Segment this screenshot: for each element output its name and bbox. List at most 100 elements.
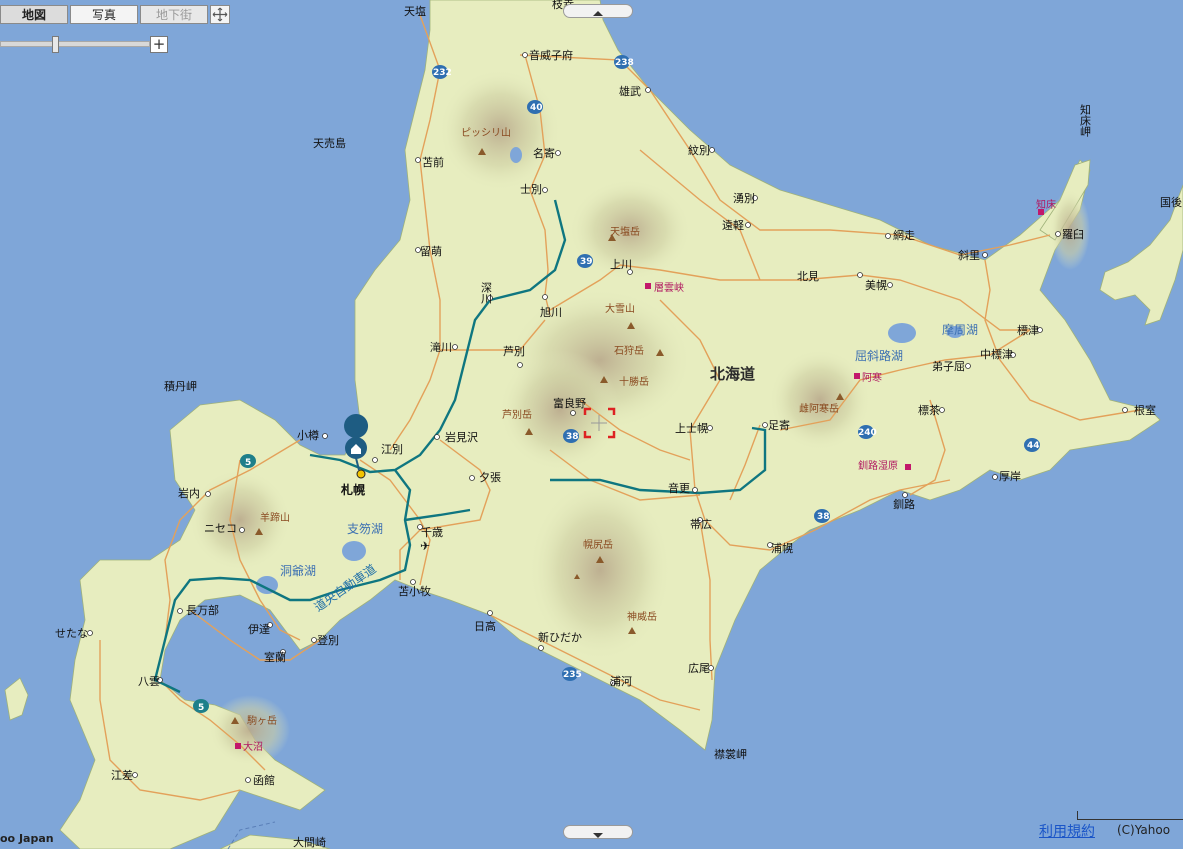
place-label: 浦河 [610, 675, 632, 688]
tab-underground[interactable]: 地下街 [140, 5, 208, 24]
place-label: せたな [55, 627, 88, 640]
svg-text:235: 235 [563, 670, 582, 680]
place-label: 滝川 [430, 341, 452, 354]
hokkaido-map[interactable]: ✈ 232 40 238 39 38 240 44 38 235 5 5 天塩 … [0, 0, 1183, 849]
arrow-down-icon [593, 833, 603, 838]
place-label: 登別 [317, 633, 339, 647]
zoom-slider[interactable]: + [0, 36, 168, 53]
peak-label: 羊蹄山 [260, 511, 290, 524]
sight-label: 阿寒 [862, 371, 882, 384]
place-label: 日高 [474, 619, 496, 633]
place-label: 広尾 [688, 662, 710, 675]
route-shield: 235 [562, 667, 582, 681]
svg-text:238: 238 [615, 58, 634, 68]
route-shield: 39 [577, 254, 593, 268]
place-label: 大間崎 [293, 835, 326, 849]
place-label: 音威子府 [529, 48, 573, 62]
tab-map[interactable]: 地図 [0, 5, 68, 24]
svg-text:232: 232 [433, 68, 452, 78]
lake-label: 洞爺湖 [280, 563, 316, 578]
peak-label: 雌阿寒岳 [799, 402, 839, 415]
place-label: 深川 [480, 282, 493, 304]
route-shield: 5 [240, 454, 256, 468]
place-label: 旭川 [540, 305, 562, 319]
tab-photo[interactable]: 写真 [70, 5, 138, 24]
place-label: 帯広 [690, 518, 712, 531]
peak-label: 天塩岳 [610, 225, 640, 238]
pan-south-button[interactable] [563, 825, 633, 839]
place-label: 美幌 [865, 278, 887, 292]
place-label: 江別 [381, 443, 403, 456]
place-label: 湧別 [733, 192, 755, 205]
place-label: 岩内 [178, 486, 200, 500]
place-label: 苫前 [422, 155, 444, 169]
terms-link[interactable]: 利用規約 [1039, 821, 1095, 841]
lake-label: 屈斜路湖 [855, 348, 903, 363]
route-shield: 232 [432, 65, 452, 79]
fullscreen-button[interactable] [210, 5, 230, 24]
place-label: ニセコ [204, 522, 237, 535]
place-label: 長万部 [186, 603, 219, 617]
route-shield: 238 [614, 55, 634, 69]
place-label: 士別 [520, 183, 542, 196]
svg-text:39: 39 [580, 257, 593, 267]
pan-north-button[interactable] [563, 4, 633, 18]
svg-text:240: 240 [858, 428, 877, 438]
svg-text:5: 5 [245, 458, 251, 468]
zoom-track[interactable] [0, 41, 150, 47]
place-label: 上士幌 [675, 421, 708, 435]
place-label: 積丹岬 [164, 379, 197, 393]
place-label: 根室 [1134, 403, 1156, 417]
place-label: 足寄 [768, 418, 790, 432]
place-label: 新ひだか [538, 630, 582, 644]
place-label: 留萌 [420, 244, 442, 258]
zoom-thumb[interactable] [52, 36, 59, 53]
copyright-text: (C)Yahoo [1117, 823, 1171, 837]
place-label: 雄武 [619, 84, 641, 98]
svg-text:38: 38 [817, 512, 830, 522]
peak-label: 駒ヶ岳 [247, 715, 277, 727]
lake-label: 摩周湖 [942, 322, 978, 337]
place-label: 釧路 [893, 497, 915, 511]
place-label: 富良野 [553, 396, 586, 410]
place-label: 苫小牧 [398, 584, 431, 598]
route-shield: 240 [858, 425, 877, 439]
place-label: 芦別 [503, 345, 525, 358]
place-label: 音更 [668, 481, 690, 495]
place-label: 北見 [797, 270, 819, 283]
svg-text:5: 5 [198, 703, 204, 713]
place-label: 標茶 [918, 403, 940, 417]
place-label: 八雲 [138, 675, 160, 688]
attribution-left: oo Japan [0, 832, 54, 845]
place-label: 標津 [1017, 323, 1039, 337]
peak-label: ピッシリ山 [461, 127, 511, 139]
svg-text:44: 44 [1027, 441, 1040, 451]
place-label: 室蘭 [264, 650, 286, 664]
place-label: 羅臼 [1062, 227, 1084, 241]
peak-label: 芦別岳 [502, 409, 532, 421]
airport-icon: ✈ [420, 539, 430, 553]
place-label: 千歳 [421, 526, 443, 539]
place-label: 弟子屈 [932, 360, 965, 373]
place-label: 厚岸 [999, 470, 1021, 483]
map-type-tabs: 地図 写真 地下街 [0, 5, 230, 24]
place-label: 上川 [610, 258, 632, 271]
sight-label: 釧路湿原 [858, 459, 898, 472]
route-shield: 5 [193, 699, 209, 713]
peak-label: 十勝岳 [619, 375, 649, 388]
place-label: 小樽 [297, 428, 319, 442]
route-shield: 38 [563, 429, 579, 443]
arrow-up-icon [593, 11, 603, 16]
peak-label: 幌尻岳 [583, 538, 613, 551]
region-label: 北海道 [710, 365, 755, 383]
peak-label: 石狩岳 [614, 344, 644, 357]
place-label: 夕張 [479, 471, 501, 484]
route-shield: 38 [814, 509, 830, 523]
route-shield: 40 [527, 100, 543, 114]
place-label: 中標津 [980, 347, 1013, 361]
expand-icon [212, 7, 228, 22]
svg-text:40: 40 [530, 103, 543, 113]
place-label: 知床岬 [1079, 103, 1092, 138]
peak-label: 大雪山 [605, 302, 635, 315]
zoom-in-button[interactable]: + [150, 36, 168, 53]
